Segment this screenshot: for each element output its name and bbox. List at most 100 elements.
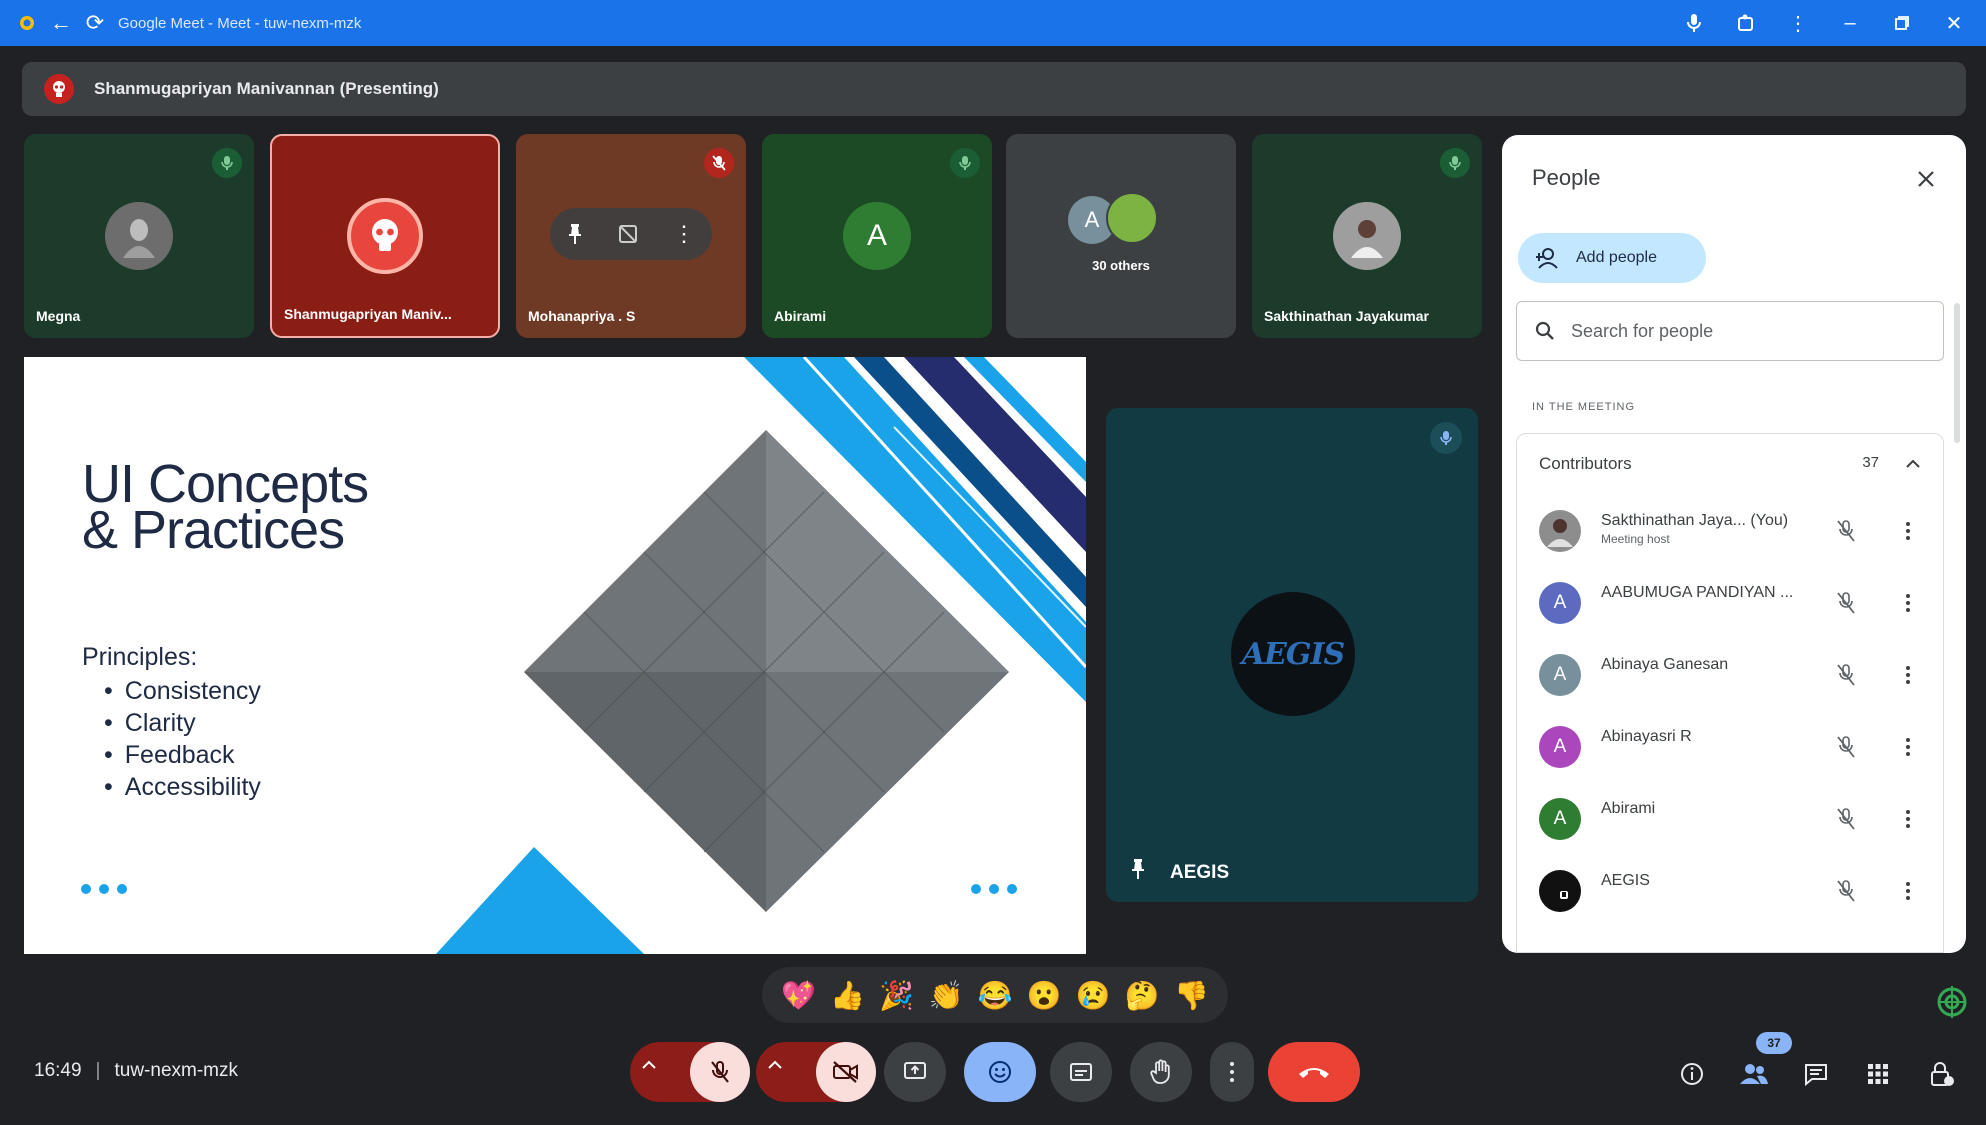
participant-tile[interactable]: ⋮ Mohanapriya . S (516, 134, 746, 338)
more-options-icon[interactable] (1893, 514, 1923, 548)
people-count-badge: 37 (1756, 1032, 1792, 1054)
search-icon (1535, 321, 1555, 341)
back-icon[interactable]: ← (44, 6, 78, 40)
reaction-party[interactable]: 🎉 (877, 979, 917, 1012)
participant-row[interactable]: A Abinayasri R (1539, 716, 1929, 776)
extensions-icon[interactable] (1728, 6, 1764, 40)
meeting-code[interactable]: tuw-nexm-mzk (114, 1060, 238, 1082)
muted-mic-icon[interactable] (1829, 874, 1863, 908)
camera-toggle-button[interactable] (816, 1042, 876, 1102)
muted-mic-icon[interactable] (1829, 802, 1863, 836)
reaction-laugh[interactable]: 😂 (975, 979, 1015, 1012)
microphone-icon[interactable] (1676, 6, 1712, 40)
muted-mic-icon[interactable] (1829, 586, 1863, 620)
reload-icon[interactable]: ⟳ (78, 6, 112, 40)
participant-tile[interactable]: Sakthinathan Jayakumar (1252, 134, 1482, 338)
present-screen-button[interactable] (884, 1042, 946, 1102)
restore-icon[interactable] (1884, 6, 1920, 40)
participant-name: AABUMUGA PANDIYAN ... (1601, 584, 1794, 601)
captions-icon (1070, 1063, 1092, 1081)
participant-tile[interactable]: Megna (24, 134, 254, 338)
participant-row[interactable]: AEGIS (1539, 860, 1929, 920)
more-options-icon[interactable] (1893, 730, 1923, 764)
leave-call-button[interactable] (1268, 1042, 1360, 1102)
more-options-icon[interactable] (1893, 874, 1923, 908)
reaction-thumbs-up[interactable]: 👍 (828, 979, 868, 1012)
captions-button[interactable] (1050, 1042, 1112, 1102)
reaction-clap[interactable]: 👏 (926, 979, 966, 1012)
pin-icon[interactable] (567, 223, 583, 245)
activities-button[interactable] (1856, 1052, 1900, 1096)
apps-grid-icon (1868, 1064, 1888, 1084)
participant-tile[interactable]: A Abirami (762, 134, 992, 338)
search-people-input[interactable] (1571, 320, 1911, 342)
muted-mic-icon[interactable] (1829, 658, 1863, 692)
muted-mic-icon[interactable] (1829, 514, 1863, 548)
raise-hand-icon (1150, 1059, 1170, 1084)
participant-row[interactable]: Sakthinathan Jaya... (You) Meeting host (1539, 500, 1929, 560)
participant-name: Abirami (774, 308, 827, 324)
reactions-button[interactable] (964, 1042, 1036, 1102)
info-icon (1681, 1063, 1703, 1085)
people-icon (1740, 1064, 1768, 1084)
mic-toggle-button[interactable] (690, 1042, 750, 1102)
reactions-bar: 💖 👍 🎉 👏 😂 😮 😢 🤔 👎 (762, 967, 1228, 1023)
reaction-sad[interactable]: 😢 (1073, 979, 1113, 1012)
more-options-icon[interactable] (1893, 658, 1923, 692)
more-vert-icon[interactable]: ⋮ (1780, 6, 1816, 40)
principle-item: Clarity (104, 707, 261, 739)
video-options-chevron-icon[interactable] (768, 1060, 782, 1070)
participant-avatar: A (1539, 654, 1581, 696)
participant-name: Shanmugapriyan Maniv... (284, 306, 452, 322)
mute-participant-icon[interactable] (617, 223, 639, 245)
aegis-tile[interactable]: AEGIS AEGIS (1106, 408, 1478, 902)
meeting-info: 16:49 | tuw-nexm-mzk (34, 1060, 238, 1082)
participant-row[interactable]: A AABUMUGA PANDIYAN ... (1539, 572, 1929, 632)
participant-row[interactable]: A Abinaya Ganesan (1539, 644, 1929, 704)
participant-name: Abirami (1601, 800, 1656, 817)
more-options-button[interactable] (1210, 1042, 1254, 1102)
muted-mic-icon[interactable] (1829, 730, 1863, 764)
others-tile[interactable]: A 30 others (1006, 134, 1236, 338)
chat-button[interactable] (1794, 1052, 1838, 1096)
people-button[interactable] (1732, 1052, 1776, 1096)
camera-off-icon (833, 1061, 858, 1083)
more-options-icon[interactable] (1893, 586, 1923, 620)
minimize-icon[interactable]: – (1832, 6, 1868, 40)
participant-name: Sakthinathan Jaya... (You) (1601, 512, 1789, 529)
people-panel: People Add people IN THE MEETING Contrib… (1502, 135, 1966, 953)
close-panel-button[interactable] (1906, 159, 1946, 199)
collapse-group-button[interactable] (1899, 450, 1927, 478)
gemini-assistant-icon[interactable] (1934, 982, 1970, 1022)
add-people-button[interactable]: Add people (1518, 233, 1706, 283)
reaction-heart[interactable]: 💖 (779, 979, 819, 1012)
speaking-indicator-icon (212, 148, 242, 178)
close-window-icon[interactable]: ✕ (1936, 6, 1972, 40)
panel-scrollbar[interactable] (1954, 303, 1960, 443)
aegis-logo-text: AEGIS (1241, 636, 1345, 672)
reaction-thinking[interactable]: 🤔 (1122, 979, 1162, 1012)
raise-hand-button[interactable] (1130, 1042, 1192, 1102)
contributors-group: Contributors 37 Sakthinathan Jaya... (Yo… (1516, 433, 1944, 953)
principle-item: Consistency (104, 675, 261, 707)
others-photo-avatar (1106, 192, 1158, 244)
participant-avatar: A (1539, 726, 1581, 768)
participant-avatar (1539, 870, 1581, 912)
more-options-icon[interactable]: ⋮ (673, 221, 695, 247)
host-controls-button[interactable] (1920, 1052, 1964, 1096)
participant-row[interactable]: A Abirami (1539, 788, 1929, 848)
participant-tile[interactable]: Shanmugapriyan Maniv... (270, 134, 500, 338)
participant-role: Meeting host (1601, 532, 1670, 546)
meeting-details-button[interactable] (1670, 1052, 1714, 1096)
participant-name: Sakthinathan Jayakumar (1264, 308, 1429, 324)
participant-photo (1539, 510, 1581, 552)
reaction-thumbs-down[interactable]: 👎 (1171, 979, 1211, 1012)
tile-hover-controls: ⋮ (550, 208, 712, 260)
reaction-surprised[interactable]: 😮 (1024, 979, 1064, 1012)
participant-avatar: A (1539, 798, 1581, 840)
group-count: 37 (1862, 454, 1879, 471)
search-box[interactable] (1516, 301, 1944, 361)
more-options-icon[interactable] (1893, 802, 1923, 836)
participant-name: AEGIS (1170, 862, 1230, 883)
audio-options-chevron-icon[interactable] (642, 1060, 656, 1070)
